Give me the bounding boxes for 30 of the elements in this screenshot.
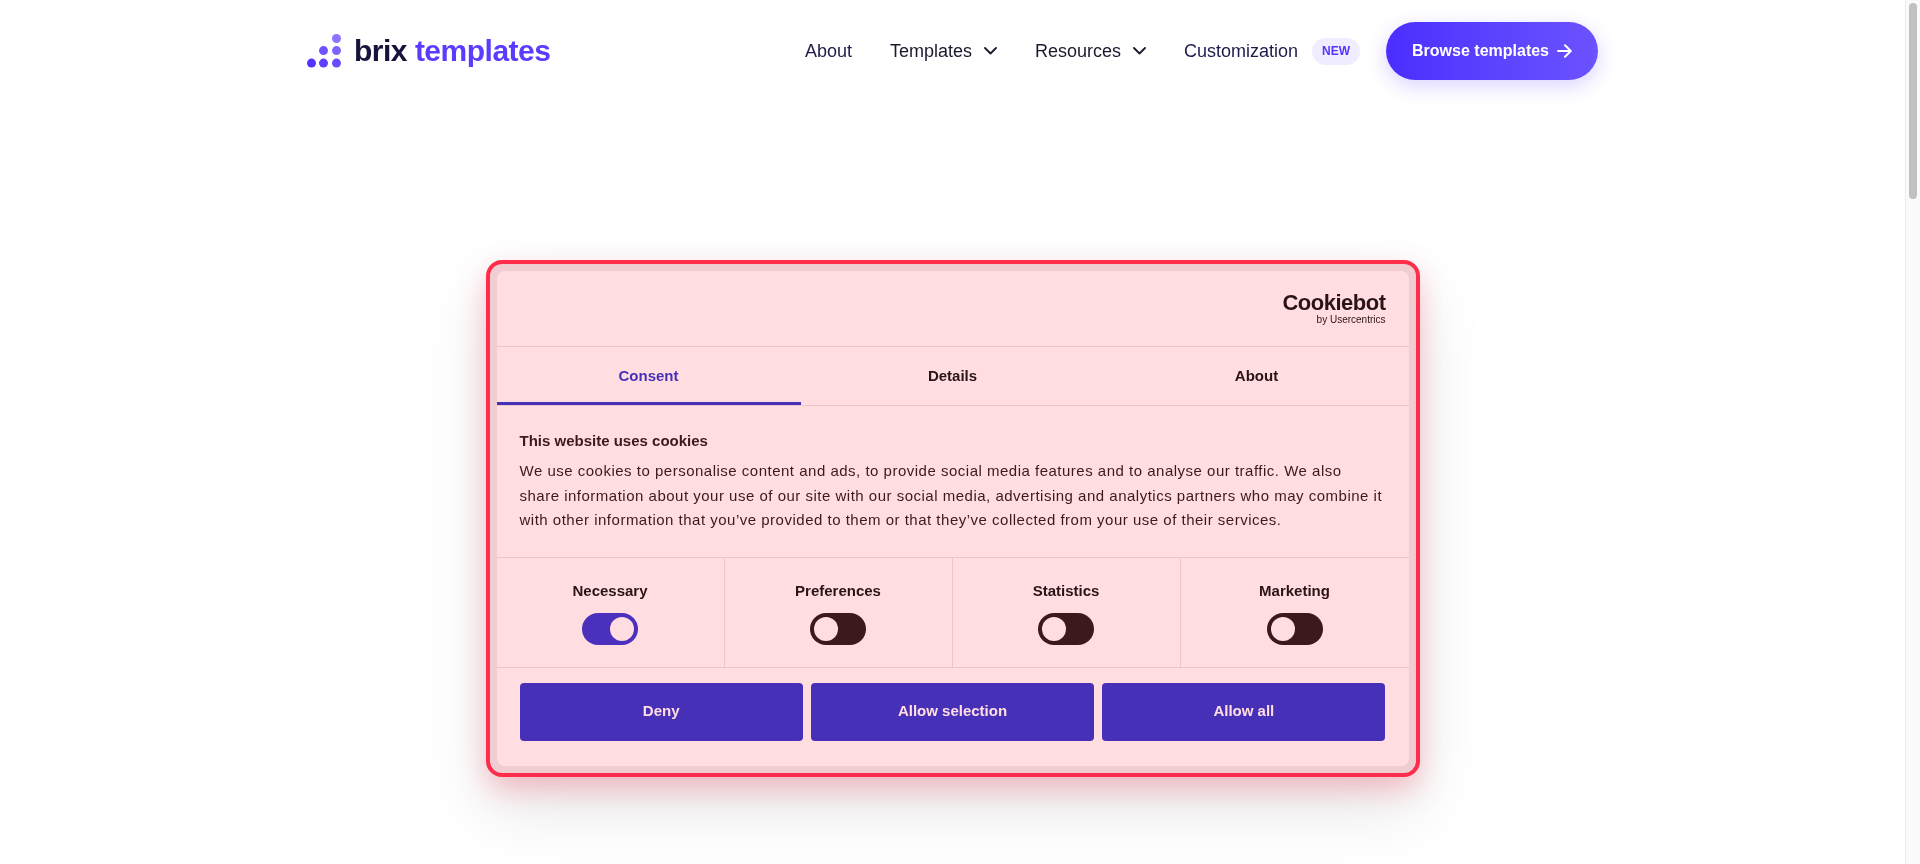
consent-button[interactable]: Allow selection (810, 682, 1095, 741)
scrollbar-thumb[interactable] (1909, 3, 1917, 199)
brand-wordmark: Cookiebot (1282, 292, 1386, 314)
logo-dots-icon[interactable] (307, 34, 341, 68)
dialog-title: This website uses cookies (519, 431, 709, 451)
chevron-down-icon (1133, 47, 1146, 55)
nav-dropdown[interactable]: Templates (889, 37, 997, 65)
new-badge: NEW (1312, 37, 1361, 65)
tab[interactable]: Details (800, 347, 1105, 405)
toggle-switch[interactable] (1266, 612, 1323, 645)
tab[interactable]: Consent (496, 347, 801, 405)
tab[interactable]: About (1104, 347, 1409, 405)
chevron-down-icon (983, 47, 997, 55)
dialog-message: We use cookies to personalise content and ads, to provide social media features and to analyse our traffic. We also share information about your use of our site with our social media, advertising and analytics partners who may combine it with other information that you’ve provided to them or that they’ve collected from your use of their services. (519, 461, 1384, 530)
toggle-switch[interactable] (810, 612, 866, 645)
consent-button[interactable]: Allow all (1102, 682, 1386, 741)
toggle-switch[interactable] (582, 612, 638, 645)
logo-wordmark[interactable]: brix templates (354, 34, 551, 68)
nav-link[interactable]: About (804, 37, 852, 65)
category-label: Statistics (1032, 580, 1100, 601)
nav-dropdown[interactable]: Resources (1034, 37, 1146, 65)
consent-button[interactable]: Deny (519, 682, 803, 741)
brand-byline: by Usercentrics (1316, 314, 1386, 325)
toggle-switch[interactable] (1038, 612, 1094, 645)
category-label: Marketing (1259, 580, 1330, 601)
browse-templates-button[interactable]: Browse templates (1386, 22, 1598, 80)
nav-link[interactable]: Customization (1184, 37, 1299, 65)
category-label: Preferences (795, 580, 881, 601)
category-label: Necessary (572, 580, 648, 601)
arrow-right-icon (1557, 44, 1572, 58)
